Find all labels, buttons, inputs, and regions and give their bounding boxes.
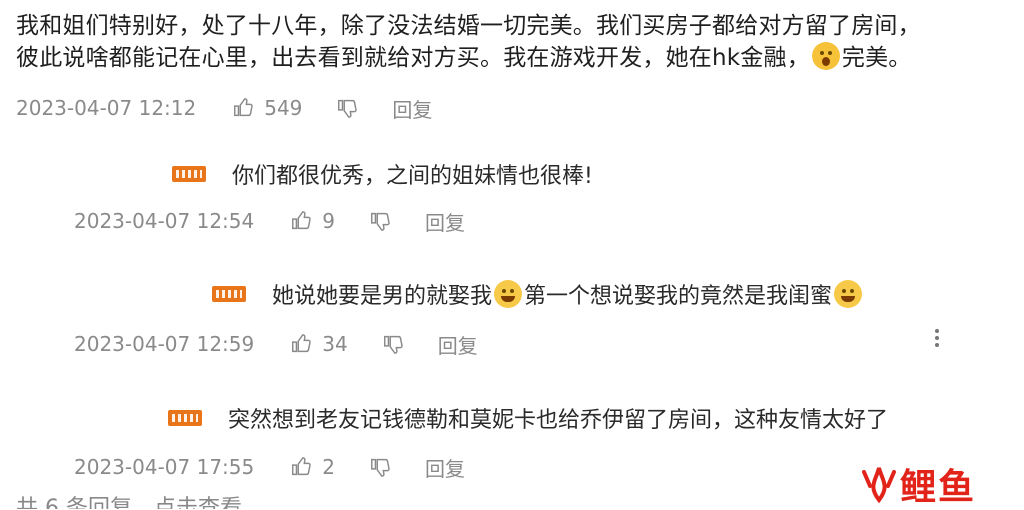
level-badge	[168, 410, 202, 426]
reply-1-text: 你们都很优秀，之间的姐妹情也很棒!	[232, 164, 593, 189]
reply-1-reply-button[interactable]: 回复	[425, 207, 465, 236]
thumbs-down-icon	[370, 212, 390, 231]
reply-2-reply-button[interactable]: 回复	[438, 330, 478, 359]
view-more-replies-link[interactable]: 共 6 条回复，点击查看	[16, 496, 242, 509]
thumbs-down-icon	[370, 458, 390, 477]
reply-2-timestamp: 2023-04-07 12:59	[74, 332, 255, 356]
main-comment-line-1: 我和姐们特别好，处了十八年，除了没法结婚一切完美。我们买房子都给对方留了房间，	[16, 13, 921, 39]
main-comment-timestamp: 2023-04-07 12:12	[16, 96, 197, 120]
reply-2-meta: 2023-04-07 12:59 34 回复	[74, 329, 478, 359]
laugh-cry-emoji-icon	[834, 280, 863, 308]
reply-3-timestamp: 2023-04-07 17:55	[74, 455, 255, 479]
reply-2-text-b: 第一个想说娶我的竟然是我闺蜜	[524, 284, 833, 309]
reply-3-meta: 2023-04-07 17:55 2 回复	[74, 452, 465, 482]
like-count: 549	[264, 96, 303, 120]
reply-2-dislike-button[interactable]	[382, 333, 404, 355]
main-comment-reply-button[interactable]: 回复	[392, 94, 432, 123]
main-comment-meta: 2023-04-07 12:12 549 回复	[16, 93, 432, 123]
reply-3-text: 突然想到老友记钱德勒和莫妮卡也给乔伊留了房间，这种友情太好了	[228, 408, 889, 433]
thumbs-up-icon	[292, 334, 311, 353]
main-comment-line-2-text: 彼此说啥都能记在心里，出去看到就给对方买。我在游戏开发，她在hk金融，	[16, 45, 810, 71]
main-comment-like-button[interactable]: 549	[232, 96, 302, 120]
reply-3-like-button[interactable]: 2	[290, 455, 335, 479]
reply-1-timestamp: 2023-04-07 12:54	[74, 209, 255, 233]
reply-3-reply-button[interactable]: 回复	[425, 453, 465, 482]
reply-1-meta: 2023-04-07 12:54 9 回复	[74, 206, 465, 236]
like-count: 34	[322, 332, 348, 356]
level-badge	[212, 286, 246, 302]
watermark-brand: 鲤鱼	[900, 466, 977, 508]
reply-3-dislike-button[interactable]	[369, 456, 391, 478]
watermark-logo: 鲤鱼	[858, 462, 976, 508]
like-count: 2	[322, 455, 335, 479]
reply-2-text-a: 她说她要是男的就娶我	[272, 284, 493, 309]
thumbs-down-icon	[383, 335, 403, 354]
thumbs-up-icon	[234, 98, 253, 117]
thumbs-down-icon	[338, 99, 358, 118]
level-badge	[172, 166, 206, 182]
laugh-cry-emoji-icon	[494, 280, 523, 308]
thumbs-up-icon	[292, 457, 311, 476]
reply-1-dislike-button[interactable]	[369, 210, 391, 232]
fire-logo-icon	[862, 467, 896, 504]
reply-1-like-button[interactable]: 9	[290, 209, 335, 233]
like-count: 9	[322, 209, 335, 233]
main-comment-line-2: 彼此说啥都能记在心里，出去看到就给对方买。我在游戏开发，她在hk金融， 完美。	[16, 42, 1016, 74]
main-comment-dislike-button[interactable]	[336, 97, 358, 119]
reply-2-like-button[interactable]: 34	[290, 332, 348, 356]
reply-2: 她说她要是男的就娶我 第一个想说娶我的竟然是我闺蜜	[212, 278, 864, 310]
more-options-icon[interactable]	[930, 326, 944, 352]
reply-1: 你们都很优秀，之间的姐妹情也很棒!	[172, 158, 593, 190]
main-comment-line-2-end: 完美。	[841, 45, 912, 71]
thumbs-up-icon	[292, 211, 311, 230]
scream-emoji-icon	[811, 42, 840, 70]
reply-3: 突然想到老友记钱德勒和莫妮卡也给乔伊留了房间，这种友情太好了	[168, 402, 888, 434]
main-comment-text: 我和姐们特别好，处了十八年，除了没法结婚一切完美。我们买房子都给对方留了房间， …	[16, 10, 1016, 74]
